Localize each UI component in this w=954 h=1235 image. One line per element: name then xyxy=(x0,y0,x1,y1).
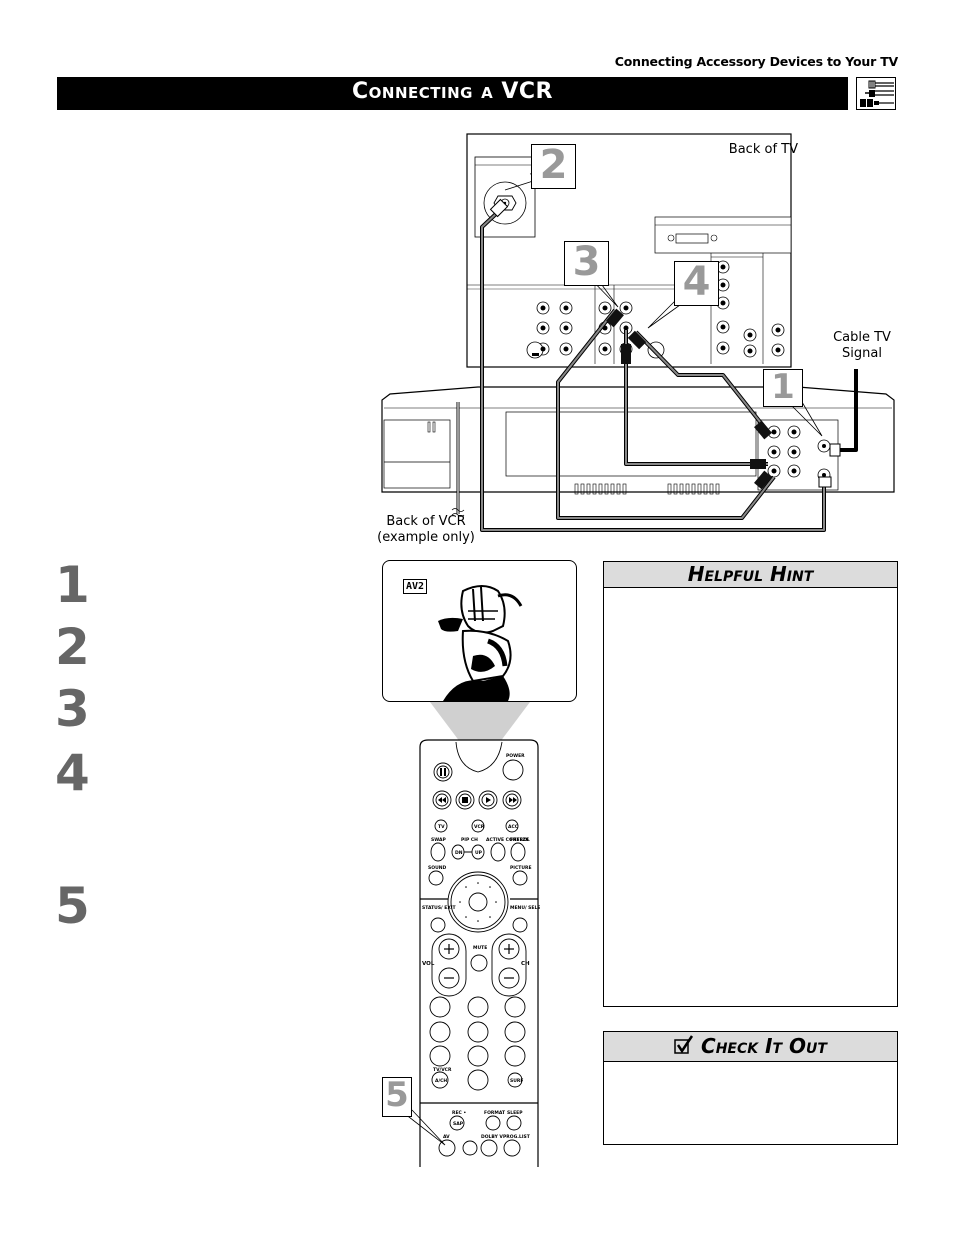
remote-label-mute: MUTE xyxy=(473,945,487,951)
remote-label-picture: PICTURE xyxy=(510,865,532,871)
step-number-1: 1 xyxy=(55,556,90,614)
remote-label-dolby-v: DOLBY V xyxy=(481,1134,503,1140)
step-number-5: 5 xyxy=(55,877,90,935)
section-title: Connecting a VCR xyxy=(352,79,553,104)
remote-label-sleep: SLEEP xyxy=(507,1110,523,1116)
remote-label-power: POWER xyxy=(506,753,525,759)
remote-label-acc: ACC xyxy=(508,824,519,830)
back-of-vcr-label: Back of VCR (example only) xyxy=(374,514,478,546)
callout-5: 5 xyxy=(382,1077,412,1117)
check-it-out-header: Check It Out xyxy=(604,1032,897,1062)
check-it-out-box: Check It Out xyxy=(603,1031,898,1145)
remote-label-ch: CH xyxy=(521,961,530,967)
step-number-3: 3 xyxy=(55,680,90,738)
remote-label-pip-ch: PIP CH xyxy=(461,837,478,843)
remote-label-tv-vcr: TV/VCR xyxy=(433,1067,452,1073)
remote-label-menu-select: MENU/ SELECT xyxy=(510,905,540,911)
remote-label-freeze: FREEZE xyxy=(510,837,529,843)
remote-label-rec: REC • xyxy=(452,1110,466,1116)
check-it-out-title: Check It Out xyxy=(701,1034,827,1058)
remote-label-sap: SAP xyxy=(453,1121,464,1127)
remote-label-vcr: VCR xyxy=(474,824,485,830)
osd-av2-label: AV2 xyxy=(403,579,428,594)
football-player-image xyxy=(438,585,523,701)
remote-label-format: FORMAT xyxy=(484,1110,506,1116)
remote-label-prog-list: PROG.LIST xyxy=(503,1134,531,1140)
step-number-2: 2 xyxy=(55,618,90,676)
check-it-out-body xyxy=(604,1062,897,1078)
checkbox-checked-icon xyxy=(674,1034,694,1062)
remote-label-dn: DN xyxy=(455,850,463,856)
section-title-bar: Connecting a VCR xyxy=(57,77,848,110)
running-head: Connecting Accessory Devices to Your TV xyxy=(614,54,898,69)
cable-tv-signal-label: Cable TV Signal xyxy=(822,330,902,362)
remote-label-swap: SWAP xyxy=(431,837,446,843)
back-of-tv-label: Back of TV xyxy=(728,142,798,157)
cable-tv-label-line2: Signal xyxy=(842,346,882,361)
back-of-vcr-label-line2: (example only) xyxy=(377,530,475,545)
projection-beam xyxy=(430,702,530,742)
cable-tv-label-line1: Cable TV xyxy=(833,330,891,345)
back-of-vcr-label-line1: Back of VCR xyxy=(386,514,466,529)
remote-label-status-exit: STATUS/ EXIT xyxy=(422,905,456,911)
tv-screen: AV2 xyxy=(382,560,577,702)
cable-connectors-icon xyxy=(856,77,896,110)
remote-label-up: UP xyxy=(475,850,483,856)
callout-2: 2 xyxy=(531,144,576,189)
remote-label-tv: TV xyxy=(438,824,445,830)
helpful-hint-body xyxy=(604,588,897,604)
remote-label-sound: SOUND xyxy=(428,865,446,871)
step-number-4: 4 xyxy=(55,744,90,802)
callout-3: 3 xyxy=(564,241,609,286)
vcr-connection-diagram: 2 3 4 1 Back of TV Cable TV Signal Back … xyxy=(377,132,898,552)
remote-label-surf: SURF xyxy=(510,1078,523,1084)
callout-4: 4 xyxy=(674,261,719,306)
callout-1: 1 xyxy=(763,369,803,407)
remote-label-vol: VOL xyxy=(422,961,435,967)
helpful-hint-box: Helpful Hint xyxy=(603,561,898,1007)
helpful-hint-title: Helpful Hint xyxy=(604,562,897,588)
